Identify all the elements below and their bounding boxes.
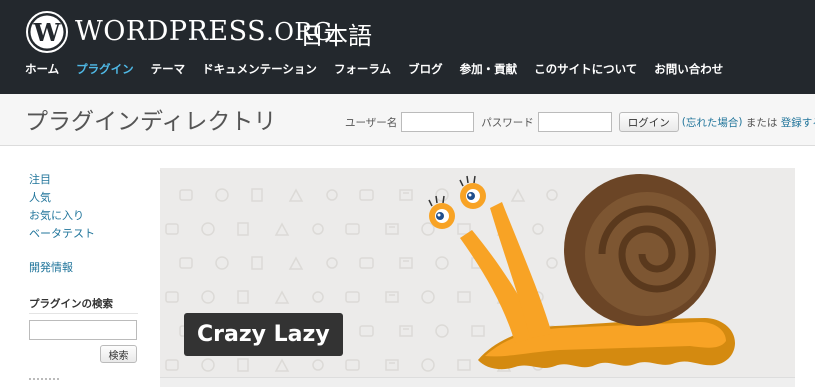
nav-item-documentation[interactable]: ドキュメンテーション [202, 61, 317, 77]
nav-item-contact[interactable]: お問い合わせ [654, 61, 723, 77]
nav-item-themes[interactable]: テーマ [151, 61, 186, 77]
register-link[interactable]: 登録する [781, 115, 815, 130]
nav-item-about[interactable]: このサイトについて [534, 61, 637, 77]
site-header: W WORDPRESS.ORG 日本語 ホーム プラグイン テーマ ドキュメンテ… [0, 0, 815, 94]
search-heading: プラグインの検索 [29, 298, 113, 310]
search-button[interactable]: 検索 [100, 345, 137, 363]
subheader: プラグインディレクトリ ユーザー名 パスワード ログイン (忘れた場合) または… [0, 94, 815, 146]
sidebar-item-featured[interactable]: 注目 [29, 171, 95, 189]
language-label: 日本語 [300, 22, 372, 50]
nav-item-home[interactable]: ホーム [25, 61, 59, 77]
sidebar-item-developers[interactable]: 開発情報 [29, 259, 95, 277]
sidebar-item-popular[interactable]: 人気 [29, 189, 95, 207]
login-form: ユーザー名 パスワード ログイン (忘れた場合) または 登録する [345, 112, 815, 132]
banner-title: Crazy Lazy [184, 313, 343, 356]
nav-item-contribute[interactable]: 参加・貢献 [460, 61, 518, 77]
password-label: パスワード [481, 116, 534, 129]
sidebar-item-favorites[interactable]: お気に入り [29, 207, 95, 225]
nav-item-forums[interactable]: フォーラム [334, 61, 391, 77]
page-title: プラグインディレクトリ [25, 109, 277, 135]
nav-item-blog[interactable]: ブログ [408, 61, 443, 77]
snail-illustration [428, 174, 735, 370]
brand-main: WORDPRESS [75, 16, 267, 47]
divider [29, 313, 138, 314]
content-area [160, 377, 795, 387]
plugin-banner: Crazy Lazy [160, 168, 795, 377]
site-brand[interactable]: WORDPRESS.ORG [75, 16, 333, 47]
login-button[interactable]: ログイン [618, 112, 679, 132]
sidebar-nav: 注目 人気 お気に入り ベータテスト 開発情報 [29, 171, 95, 277]
or-text: または [742, 116, 781, 129]
main-nav: ホーム プラグイン テーマ ドキュメンテーション フォーラム ブログ 参加・貢献… [25, 61, 740, 77]
username-label: ユーザー名 [345, 116, 398, 129]
wordpress-logo-icon[interactable]: W [26, 11, 68, 53]
plugin-search-input[interactable] [29, 320, 137, 340]
nav-item-plugins[interactable]: プラグイン [76, 61, 134, 77]
sidebar-more [29, 378, 59, 384]
svg-text:W: W [33, 18, 62, 47]
sidebar-item-beta[interactable]: ベータテスト [29, 225, 95, 243]
password-input[interactable] [537, 112, 612, 132]
forgot-password-link[interactable]: 忘れた場合 [686, 115, 739, 130]
username-input[interactable] [401, 112, 475, 132]
